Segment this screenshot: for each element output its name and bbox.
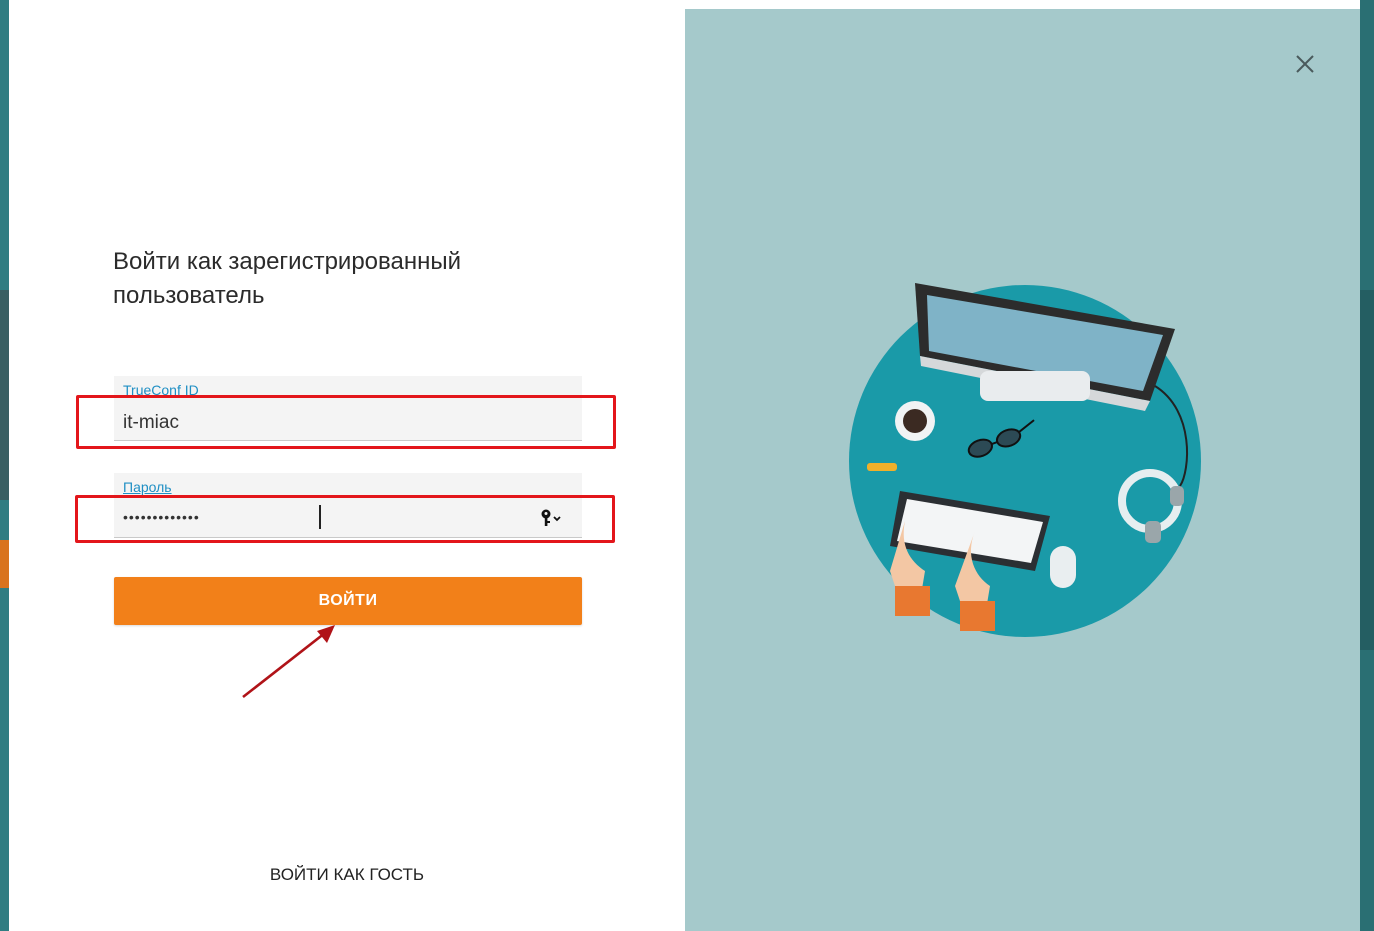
annotation-highlight-id xyxy=(76,395,616,449)
close-icon[interactable] xyxy=(1290,49,1320,79)
illustration-pane xyxy=(685,9,1360,931)
password-label: Пароль xyxy=(123,479,172,495)
workspace-illustration xyxy=(849,283,1201,637)
annotation-highlight-password xyxy=(75,495,615,543)
arrow-annotation xyxy=(242,625,335,699)
guest-login-link[interactable]: ВОЙТИ КАК ГОСТЬ xyxy=(229,865,465,885)
login-title: Войти как зарегистрированный пользовател… xyxy=(113,248,462,309)
login-form-pane: Войти как зарегистрированный пользовател… xyxy=(9,9,685,931)
background-app-right-edge xyxy=(1360,0,1374,931)
background-app-left-edge xyxy=(0,0,9,931)
login-dialog: Войти как зарегистрированный пользовател… xyxy=(9,9,1360,931)
background-app-top xyxy=(0,0,1374,9)
login-button[interactable]: ВОЙТИ xyxy=(114,577,582,625)
